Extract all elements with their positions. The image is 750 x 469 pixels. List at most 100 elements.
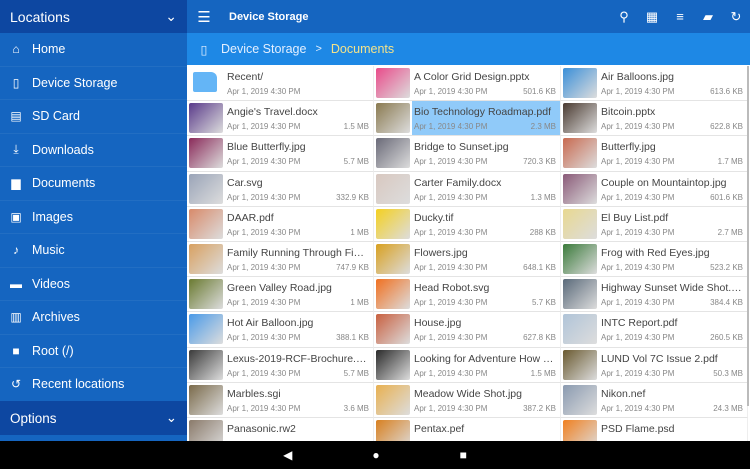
- file-item[interactable]: Panasonic.rw2: [187, 417, 374, 441]
- toolbar-title: Device Storage: [229, 10, 309, 23]
- chevron-down-icon: ⌄: [165, 410, 177, 425]
- file-date: Apr 1, 2019 4:30 PM: [601, 333, 675, 343]
- sidebar-item-sd-card[interactable]: ▤ SD Card: [0, 100, 187, 134]
- file-item[interactable]: Meadow Wide Shot.jpg Apr 1, 2019 4:30 PM 3…: [374, 382, 561, 418]
- file-size: 1.5 MB: [343, 122, 369, 132]
- file-item[interactable]: Air Balloons.jpg Apr 1, 2019 4:30 PM 613.6…: [561, 66, 748, 102]
- file-item[interactable]: Head Robot.svg Apr 1, 2019 4:30 PM 5.7 KB: [374, 277, 561, 313]
- sidebar-item-documents[interactable]: ▆ Documents: [0, 167, 187, 201]
- sidebar-item-music[interactable]: ♪ Music: [0, 234, 187, 268]
- sidebar-item-root[interactable]: ■ Root (/): [0, 335, 187, 368]
- breadcrumb-current[interactable]: Documents: [331, 42, 394, 56]
- file-item[interactable]: Butterfly.jpg Apr 1, 2019 4:30 PM 1.7 MB: [561, 136, 748, 172]
- sidebar-item-recent-locations[interactable]: ↺ Recent locations: [0, 368, 187, 402]
- file-item[interactable]: Marbles.sgi Apr 1, 2019 4:30 PM 3.6 MB: [187, 382, 374, 418]
- file-item[interactable]: Bridge to Sunset.jpg Apr 1, 2019 4:30 PM 7…: [374, 136, 561, 172]
- file-thumbnail: [189, 314, 223, 345]
- file-item[interactable]: Pentax.pef: [374, 417, 561, 441]
- file-item[interactable]: Highway Sunset Wide Shot.jpg Apr 1, 2019 …: [561, 277, 748, 313]
- file-item[interactable]: LUND Vol 7C Issue 2.pdf Apr 1, 2019 4:30 …: [561, 347, 748, 383]
- phone-icon: ▯: [12, 75, 20, 90]
- history-icon: ↺: [10, 377, 22, 392]
- file-item[interactable]: El Buy List.pdf Apr 1, 2019 4:30 PM 2.7 MB: [561, 206, 748, 242]
- file-thumbnail: [189, 349, 223, 380]
- file-date: Apr 1, 2019 4:30 PM: [601, 87, 675, 96]
- file-item[interactable]: House.jpg Apr 1, 2019 4:30 PM 627.8 KB: [374, 312, 561, 348]
- sidebar-item-videos[interactable]: ▬ Videos: [0, 268, 187, 301]
- options-header[interactable]: Options ⌄: [0, 401, 187, 435]
- sidebar-item-images[interactable]: ▣ Images: [0, 201, 187, 234]
- phone-icon: ▯: [200, 42, 208, 57]
- file-item[interactable]: PSD Flame.psd: [561, 417, 748, 441]
- search-icon[interactable]: ⚲: [610, 9, 638, 25]
- toolbar: ☰ Device Storage ⚲ ▦ ≡ ▰ ↻: [187, 0, 750, 33]
- file-size: 648.1 KB: [523, 262, 556, 272]
- file-item[interactable]: Couple on Mountaintop.jpg Apr 1, 2019 4:3…: [561, 171, 748, 207]
- file-date: Apr 1, 2019 4:30 PM: [414, 227, 488, 237]
- file-item[interactable]: DAAR.pdf Apr 1, 2019 4:30 PM 1 MB: [187, 206, 374, 242]
- locations-title: Locations: [10, 8, 70, 25]
- file-item[interactable]: Frog with Red Eyes.jpg Apr 1, 2019 4:30 P…: [561, 241, 748, 278]
- file-item[interactable]: Nikon.nef Apr 1, 2019 4:30 PM 24.3 MB: [561, 382, 748, 418]
- file-item[interactable]: Blue Butterfly.jpg Apr 1, 2019 4:30 PM 5.7…: [187, 136, 374, 172]
- file-name: Nikon.nef: [601, 387, 646, 400]
- document-icon: ▆: [11, 176, 21, 191]
- sidebar-item-downloads[interactable]: ⤓ Downloads: [0, 134, 187, 167]
- file-item[interactable]: A Color Grid Design.pptx Apr 1, 2019 4:30…: [374, 66, 561, 102]
- file-item[interactable]: Lexus-2019-RCF-Brochure.pdf Apr 1, 2019 4…: [187, 347, 374, 383]
- file-date: Apr 1, 2019 4:30 PM: [414, 87, 488, 96]
- file-size: 501.6 KB: [523, 87, 556, 96]
- file-size: 1.3 MB: [530, 192, 556, 202]
- file-name: PSD Flame.psd: [601, 422, 675, 435]
- sidebar-item-label: Home: [32, 42, 66, 57]
- file-item[interactable]: Recent/Apr 1, 2019 4:30 PM: [187, 66, 374, 102]
- file-name: Couple on Mountaintop.jpg: [601, 176, 727, 189]
- menu-icon[interactable]: ☰: [187, 8, 221, 26]
- download-icon: ⤓: [13, 142, 19, 157]
- file-item[interactable]: Looking for Adventure How T... Apr 1, 201…: [374, 347, 561, 383]
- file-thumbnail: [189, 173, 223, 204]
- file-item[interactable]: Bitcoin.pptx Apr 1, 2019 4:30 PM 622.8 KB: [561, 101, 748, 137]
- home-button[interactable]: ●: [372, 448, 379, 462]
- file-item[interactable]: Car.svg Apr 1, 2019 4:30 PM 332.9 KB: [187, 171, 374, 207]
- file-size: 720.3 KB: [523, 157, 556, 167]
- file-size: 2.7 MB: [717, 227, 743, 237]
- new-folder-icon[interactable]: ▰: [694, 9, 722, 25]
- file-thumbnail: [376, 68, 410, 98]
- file-item[interactable]: Green Valley Road.jpg Apr 1, 2019 4:30 PM…: [187, 277, 374, 313]
- grid-view-icon[interactable]: ▦: [638, 9, 666, 25]
- file-date: Apr 1, 2019 4:30 PM: [414, 368, 488, 378]
- file-thumbnail: [189, 279, 223, 310]
- sidebar-item-home[interactable]: ⌂ Home: [0, 33, 187, 67]
- home-icon: ⌂: [12, 42, 20, 57]
- file-name: Green Valley Road.jpg: [227, 282, 332, 295]
- sidebar-item-device-storage[interactable]: ▯ Device Storage: [0, 67, 187, 100]
- locations-header[interactable]: Locations ⌄: [0, 0, 187, 33]
- file-date: Apr 1, 2019 4:30 PM: [414, 298, 488, 308]
- file-item[interactable]: INTC Report.pdf Apr 1, 2019 4:30 PM 260.5 …: [561, 312, 748, 348]
- file-size: 747.9 KB: [336, 262, 369, 272]
- file-thumbnail: [376, 349, 410, 380]
- file-item[interactable]: Bio Technology Roadmap.pdf Apr 1, 2019 4:…: [374, 101, 561, 137]
- breadcrumb-root[interactable]: Device Storage: [221, 42, 306, 56]
- file-item[interactable]: Family Running Through Fiel... Apr 1, 201…: [187, 241, 374, 278]
- scrollbar[interactable]: [747, 66, 749, 406]
- file-item[interactable]: Ducky.tif Apr 1, 2019 4:30 PM 288 KB: [374, 206, 561, 242]
- sort-icon[interactable]: ≡: [666, 9, 694, 24]
- file-thumbnail: [376, 208, 410, 239]
- file-item[interactable]: Carter Family.docx Apr 1, 2019 4:30 PM 1.3…: [374, 171, 561, 207]
- back-button[interactable]: ◀: [283, 448, 292, 462]
- file-item[interactable]: Angie's Travel.docx Apr 1, 2019 4:30 PM 1.…: [187, 101, 374, 137]
- file-item[interactable]: Flowers.jpg Apr 1, 2019 4:30 PM 648.1 KB: [374, 241, 561, 278]
- file-date: Apr 1, 2019 4:30 PM: [601, 298, 675, 308]
- file-name: Pentax.pef: [414, 422, 465, 435]
- file-date: Apr 1, 2019 4:30 PM: [414, 403, 488, 413]
- file-name: DAAR.pdf: [227, 211, 274, 224]
- recents-button[interactable]: ■: [460, 448, 467, 462]
- file-thumbnail: [376, 243, 410, 274]
- file-item[interactable]: Hot Air Balloon.jpg Apr 1, 2019 4:30 PM 38…: [187, 312, 374, 348]
- file-name: House.jpg: [414, 317, 462, 330]
- refresh-icon[interactable]: ↻: [722, 9, 750, 25]
- file-thumbnail: [563, 138, 597, 169]
- sidebar-item-archives[interactable]: ▥ Archives: [0, 301, 187, 335]
